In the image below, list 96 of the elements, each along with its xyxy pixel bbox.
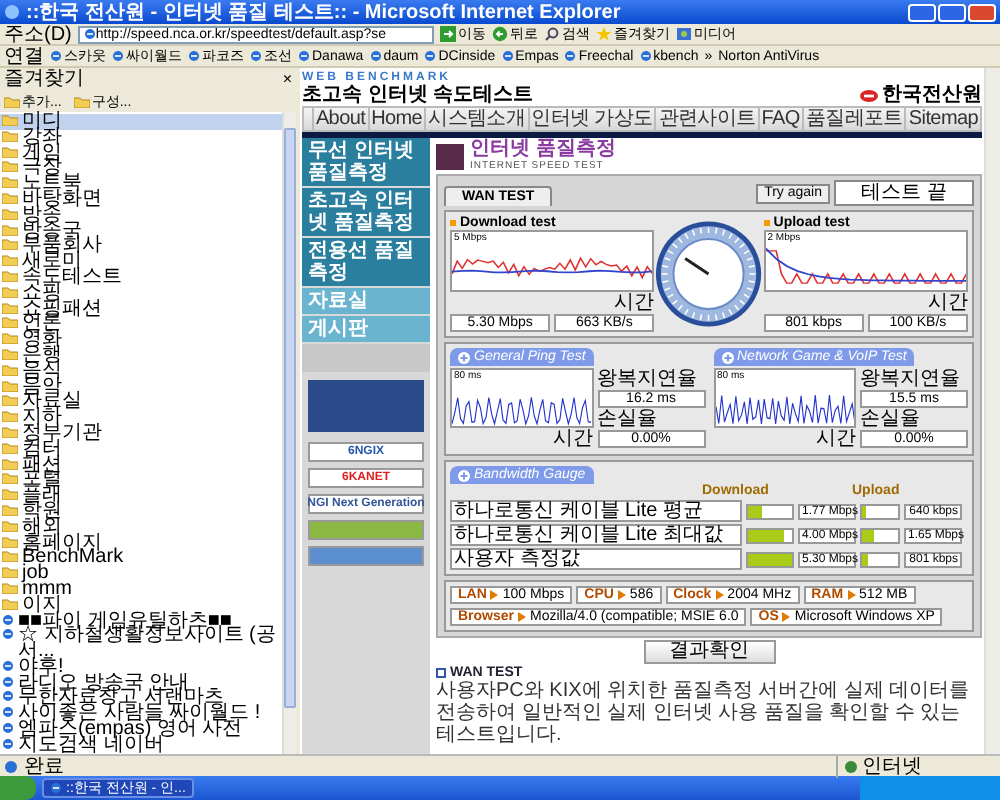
favorite-item[interactable]: 미디 [0,114,282,130]
address-label: 주소(D) [4,23,72,45]
banner-image[interactable] [308,520,424,540]
note-text: 사용자PC와 KIX에 위치한 품질측정 서버간에 실제 데이터를 전송하여 일반적인 실제 인터넷 사용 품질을 확인할 수 있는 테스트입니다. [436,680,972,746]
search-icon [543,26,560,42]
triangle-icon [715,590,724,600]
favorite-item[interactable]: 자료실 [0,394,282,411]
favorite-item[interactable]: 속도테스트 [0,269,282,286]
zone-text: 인터넷 [862,755,922,777]
pane-title: 즐겨찾기 [4,68,84,90]
site-subtitle: 초고속 인터넷 속도테스트 [302,84,534,106]
favorite-item[interactable]: 방송 [0,207,282,224]
favorite-item[interactable]: 쇼핑패션 [0,301,282,317]
favorite-item[interactable]: 은행 [0,347,282,364]
scrollbar[interactable] [282,112,296,754]
stat-label: 손실율 [597,408,659,430]
favorite-item[interactable]: ☆ 지하철생활정보사이트 (공서... [0,628,282,660]
nav-link[interactable]: About [311,108,368,130]
star-icon [595,26,612,42]
minimize-button[interactable] [908,3,936,21]
favorite-item[interactable]: 학원 [0,503,282,520]
media-icon [675,26,692,42]
page-title: 인터넷 품질측정 [470,140,616,160]
favorite-item[interactable]: 게임 [0,145,282,161]
favorite-item[interactable]: mmm [0,581,282,598]
folder-icon [73,95,90,107]
row-label: 하나로통신 케이블 Lite 최대값 [450,524,742,546]
maximize-button[interactable] [938,3,966,21]
favorite-item[interactable]: job [0,566,282,582]
nav-link[interactable]: 품질레포트 [801,108,905,130]
close-button[interactable] [968,3,996,21]
square-bullet-icon [436,668,446,678]
axis-label: 시간 [612,292,655,314]
axis-label: 시간 [814,428,856,450]
nav-link[interactable]: Home [367,108,425,130]
triangle-icon [782,612,791,622]
stat-label: 손실율 [860,408,922,430]
go-arrow-icon [439,26,456,42]
favorite-item[interactable]: 해외 [0,519,282,536]
favorite-item[interactable]: 패션 [0,457,282,473]
favorite-item[interactable]: 쇼핑 [0,285,282,302]
row-label: 사용자 측정값 [450,548,742,570]
row-label: 하나로통신 케이블 Lite 평균 [450,500,742,522]
photo-placeholder [436,143,464,169]
favorite-item[interactable]: 이지 [0,597,282,613]
window-title: ::한국 전산원 - 인터넷 품질 테스트:: - Microsoft Internet Explorer [26,1,621,23]
close-button[interactable]: × [282,70,292,88]
org-logo[interactable]: 한국전산원 [860,84,982,106]
start-button[interactable] [0,776,36,800]
plus-icon [721,351,733,363]
favorite-item[interactable]: 플래 [0,488,282,504]
favorite-item[interactable]: 영화 [0,332,282,348]
favorite-item[interactable]: 컴터 [0,441,282,458]
nav-link[interactable]: FAQ [757,108,802,130]
banner-image[interactable] [308,546,424,566]
favorite-item[interactable]: 야후! [0,659,282,676]
favorite-item[interactable]: 부품회사 [0,238,282,255]
stat-label: 왕복지연율 [860,368,962,390]
favorite-item[interactable]: 바탕화면 [0,191,282,208]
result-button[interactable]: 결과확인 [643,640,775,664]
scrollbar[interactable] [984,68,1000,754]
nav-link[interactable]: 관련사이트 [654,108,758,130]
favorite-item[interactable]: 음식 [0,363,282,380]
plus-icon [458,351,470,363]
plus-icon [458,469,470,481]
side-menu-item[interactable]: 전용선 품질측정 [302,238,430,286]
triangle-icon [617,590,626,600]
triangle-icon [490,590,499,600]
side-menu-item[interactable]: 초고속 인터넷 품질측정 [302,188,430,236]
axis-label: 시간 [551,428,593,450]
favorite-item[interactable]: 지하 [0,410,282,426]
status-text: 완료 [24,755,64,777]
status-field: 테스트 끝 [834,180,974,206]
menu-block [302,344,430,372]
nav-link[interactable]: 인터넷 가상도 [527,108,655,130]
back-arrow-icon [491,26,508,42]
favorite-item[interactable]: 새로미 [0,254,282,270]
axis-label: 시간 [926,292,968,314]
nav-link[interactable]: 시스템소개 [424,108,528,130]
favorite-item[interactable]: 포털 [0,472,282,489]
logo-icon [860,89,878,101]
links-label: 연결 [4,45,44,67]
favorite-item[interactable]: 홈페이지 [0,535,282,551]
favorite-item[interactable]: 노트북 [0,176,282,192]
favorite-item[interactable]: 정부기관 [0,425,282,442]
favorite-item[interactable]: 언론 [0,316,282,333]
stat-label: 왕복지연율 [597,368,699,390]
favorite-item[interactable]: 지도검색 네이버 [0,737,282,754]
photo-placeholder [308,380,424,432]
favorite-item[interactable]: 강좌 [0,129,282,146]
triangle-icon [847,590,856,600]
favorite-item[interactable]: 엠파스(empas) 영어 사전 [0,722,282,738]
nav-link[interactable]: Sitemap [904,108,980,130]
system-tray [860,776,1000,800]
triangle-icon [518,612,527,622]
side-menu-item[interactable]: 무선 인터넷 품질측정 [302,138,430,186]
